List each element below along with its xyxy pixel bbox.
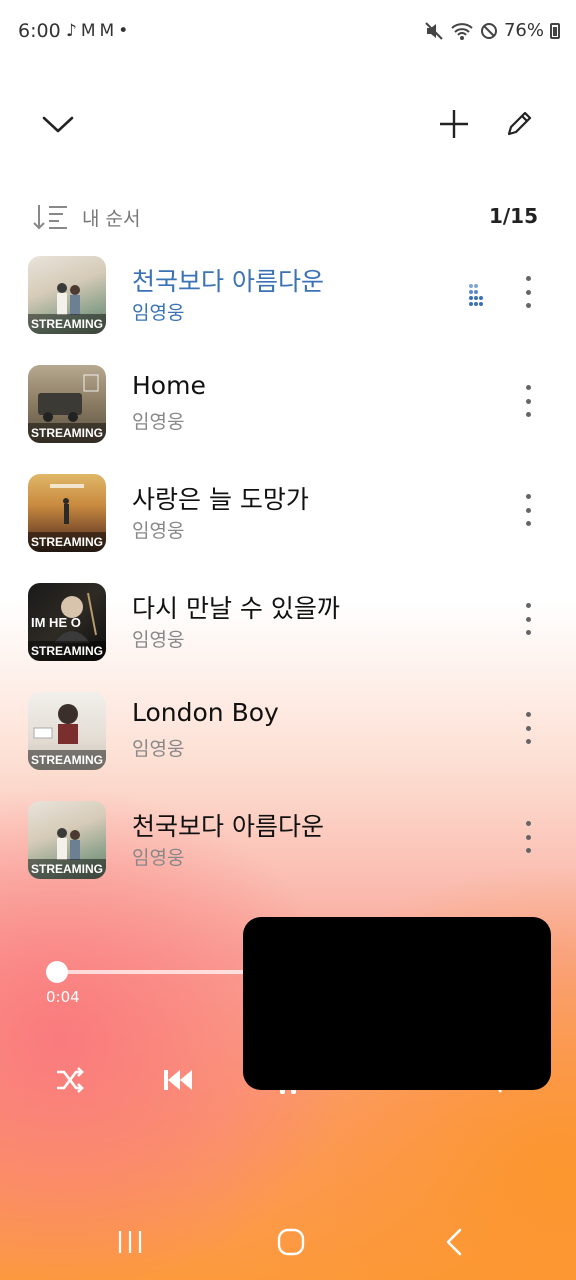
edit-button[interactable] xyxy=(495,100,543,148)
add-icon xyxy=(440,110,468,138)
status-time: 6:00 xyxy=(18,20,61,42)
status-bar: 6:00 ♪MM• 76% xyxy=(0,0,576,64)
album-art: STREAMING xyxy=(28,256,106,334)
track-row[interactable]: STREAMING Home 임영웅 xyxy=(0,361,576,461)
battery-icon xyxy=(550,22,560,39)
more-options-button[interactable] xyxy=(516,492,540,528)
edit-icon xyxy=(507,111,532,136)
previous-button[interactable] xyxy=(156,1058,200,1102)
track-title: London Boy xyxy=(132,698,279,727)
sort-row: 내 순서 1/15 xyxy=(0,196,576,240)
sort-button[interactable] xyxy=(32,202,70,236)
streaming-badge: STREAMING xyxy=(28,750,106,770)
track-row[interactable]: IM HE O STREAMING 다시 만날 수 있을까 임영웅 xyxy=(0,579,576,679)
do-not-disturb-icon xyxy=(480,22,497,39)
album-art: STREAMING xyxy=(28,365,106,443)
streaming-badge: STREAMING xyxy=(28,641,106,661)
track-artist: 임영웅 xyxy=(132,520,185,542)
add-button[interactable] xyxy=(430,100,478,148)
album-art: STREAMING xyxy=(28,801,106,879)
streaming-badge: STREAMING xyxy=(28,532,106,552)
track-artist: 임영웅 xyxy=(132,302,185,324)
navigation-bar xyxy=(0,1210,576,1280)
elapsed-time: 0:04 xyxy=(46,988,80,1006)
svg-text:IM HE O: IM HE O xyxy=(31,615,81,630)
track-title: 다시 만날 수 있을까 xyxy=(132,594,340,623)
track-artist: 임영웅 xyxy=(132,629,185,651)
home-button[interactable] xyxy=(261,1220,321,1264)
sort-icon xyxy=(33,205,67,230)
streaming-badge: STREAMING xyxy=(28,314,106,334)
more-options-button[interactable] xyxy=(516,819,540,855)
shuffle-icon xyxy=(57,1067,84,1093)
track-row[interactable]: STREAMING 천국보다 아름다운 임영웅 xyxy=(0,797,576,897)
track-artist: 임영웅 xyxy=(132,847,185,869)
recent-apps-button[interactable] xyxy=(100,1220,160,1264)
streaming-badge: STREAMING xyxy=(28,859,106,879)
notification-icons: ♪MM• xyxy=(66,21,132,41)
streaming-badge: STREAMING xyxy=(28,423,106,443)
track-title: 사랑은 늘 도망가 xyxy=(132,485,309,514)
home-icon xyxy=(277,1228,305,1256)
status-right: 76% xyxy=(424,20,560,41)
more-options-button[interactable] xyxy=(516,274,540,310)
more-options-button[interactable] xyxy=(516,601,540,637)
album-art: STREAMING xyxy=(28,474,106,552)
back-icon xyxy=(446,1228,462,1256)
shuffle-button[interactable] xyxy=(48,1058,92,1102)
floating-overlay xyxy=(243,917,551,1090)
wifi-icon xyxy=(451,22,473,40)
battery-percent: 76% xyxy=(503,20,544,41)
mute-icon xyxy=(425,21,443,40)
album-art: STREAMING xyxy=(28,692,106,770)
previous-icon xyxy=(164,1070,192,1090)
track-title: 천국보다 아름다운 xyxy=(132,267,324,296)
track-row[interactable]: STREAMING 천국보다 아름다운 임영웅 xyxy=(0,252,576,352)
track-title: Home xyxy=(132,371,206,400)
collapse-button[interactable] xyxy=(34,100,82,148)
album-art: IM HE O STREAMING xyxy=(28,583,106,661)
music-note-icon: ♪ xyxy=(66,21,81,41)
queue-position: 1/15 xyxy=(488,204,538,228)
sort-label[interactable]: 내 순서 xyxy=(82,204,140,231)
seek-knob[interactable] xyxy=(46,961,68,983)
more-options-button[interactable] xyxy=(516,710,540,746)
track-row[interactable]: STREAMING London Boy 임영웅 xyxy=(0,688,576,788)
now-playing-icon xyxy=(469,284,483,306)
seek-track xyxy=(52,970,260,974)
back-button[interactable] xyxy=(424,1220,484,1264)
gmail-icon: M xyxy=(80,21,100,41)
chevron-down-icon xyxy=(42,116,74,133)
track-title: 천국보다 아름다운 xyxy=(132,812,324,841)
seek-bar[interactable] xyxy=(40,960,260,986)
more-options-button[interactable] xyxy=(516,383,540,419)
recent-apps-icon xyxy=(118,1231,142,1253)
track-artist: 임영웅 xyxy=(132,738,185,760)
gmail-icon: M xyxy=(99,21,119,41)
track-artist: 임영웅 xyxy=(132,411,185,433)
track-row[interactable]: STREAMING 사랑은 늘 도망가 임영웅 xyxy=(0,470,576,570)
top-bar xyxy=(0,100,576,150)
dot-icon: • xyxy=(118,21,133,41)
